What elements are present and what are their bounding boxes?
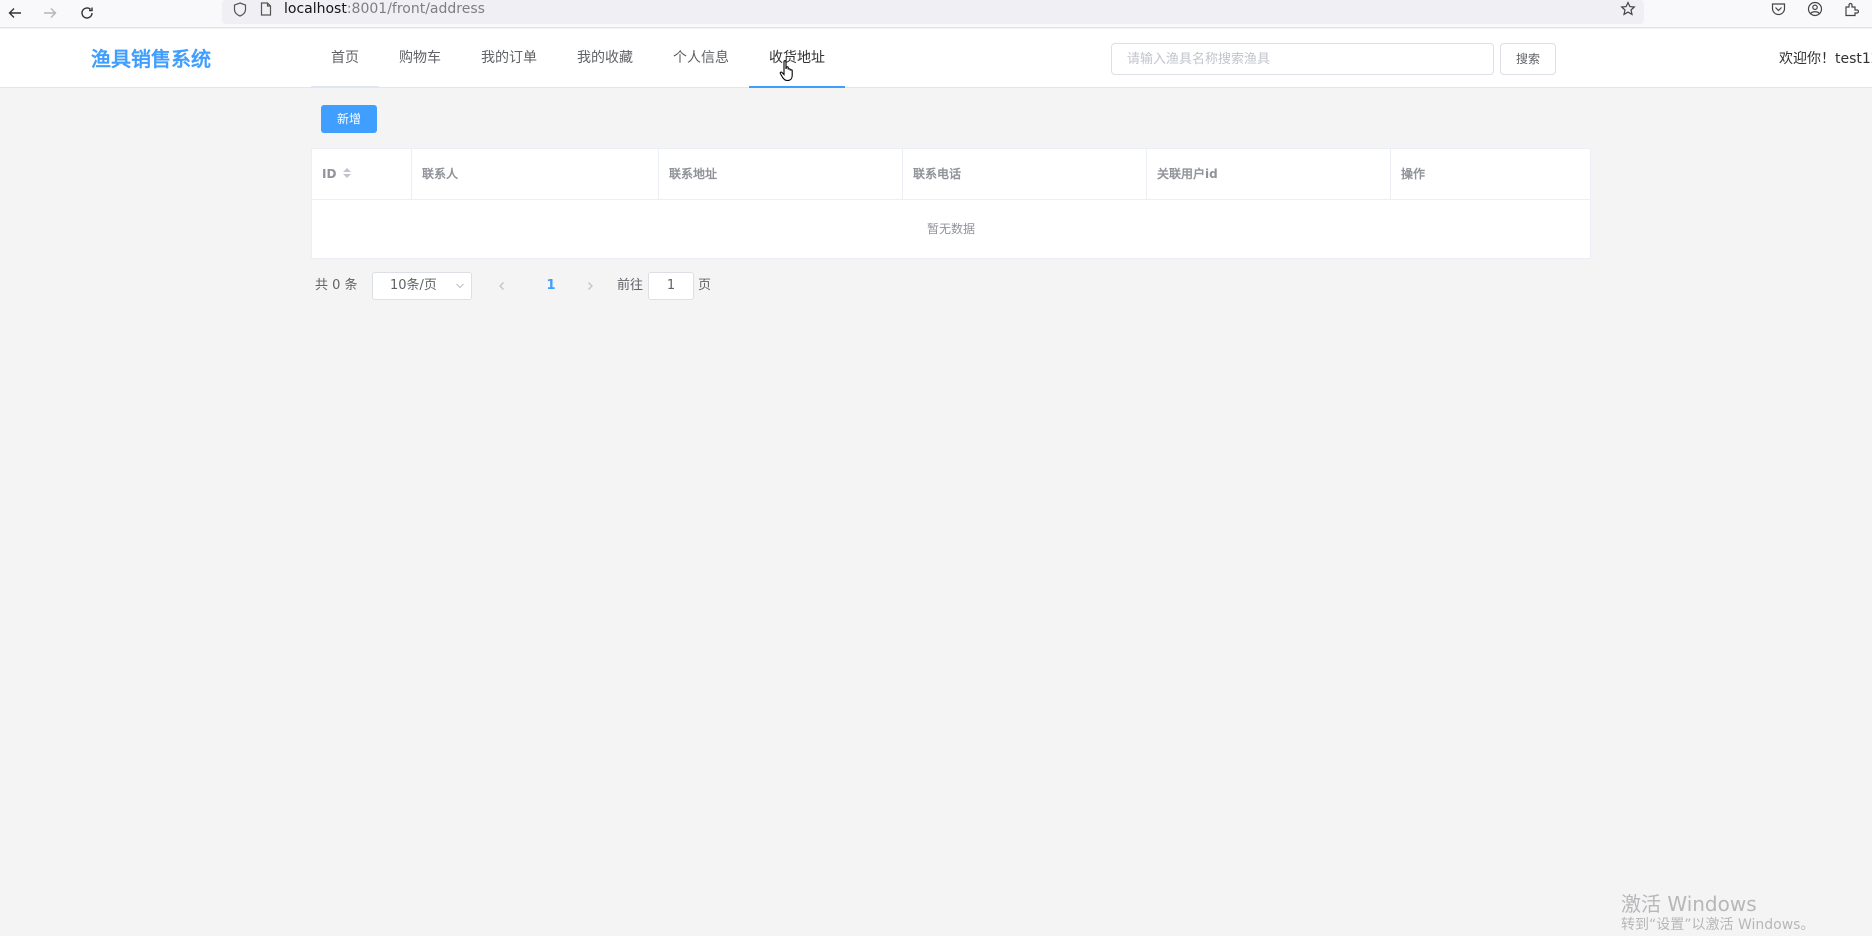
pagination-total: 共 0 条 — [315, 278, 358, 293]
url-path: :8001/front/address — [346, 1, 485, 17]
add-address-button[interactable]: 新增 — [321, 105, 377, 133]
extensions-icon[interactable] — [1840, 0, 1862, 18]
chevron-left-icon — [499, 282, 504, 290]
app-header: 渔具销售系统 首页 购物车 我的订单 我的收藏 个人信息 收货地址 搜索 欢迎你… — [0, 29, 1872, 88]
column-header-actions: 操作 — [1391, 149, 1590, 199]
column-header-label: 操作 — [1401, 167, 1426, 181]
page-icon[interactable] — [256, 0, 276, 18]
account-icon[interactable] — [1804, 0, 1826, 18]
nav-item-home[interactable]: 首页 — [311, 29, 379, 88]
nav-item-favorites[interactable]: 我的收藏 — [557, 29, 653, 88]
jump-page-input[interactable]: 1 — [648, 272, 694, 300]
chevron-down-icon — [455, 273, 465, 310]
address-table: ID 联系人 联系地址 联系电话 关联用户id 操作 暂无数据 — [311, 148, 1591, 259]
nav-item-profile[interactable]: 个人信息 — [653, 29, 749, 88]
search-input[interactable] — [1111, 43, 1494, 75]
browser-toolbar: localhost:8001/front/address — [0, 0, 1872, 28]
shield-icon[interactable] — [230, 0, 250, 18]
next-page-button[interactable] — [575, 272, 605, 300]
nav-item-address[interactable]: 收货地址 — [749, 29, 845, 88]
column-header-address: 联系地址 — [659, 149, 903, 199]
pocket-icon[interactable] — [1767, 0, 1789, 18]
forward-icon[interactable] — [38, 2, 62, 24]
prev-page-button[interactable] — [487, 272, 517, 300]
column-header-label: ID — [322, 167, 337, 181]
table-empty-text: 暂无数据 — [926, 222, 975, 236]
column-header-label: 关联用户id — [1157, 167, 1218, 181]
column-header-phone: 联系电话 — [903, 149, 1147, 199]
brand-logo-text[interactable]: 渔具销售系统 — [91, 47, 211, 71]
url-host: localhost — [284, 1, 347, 17]
page-size-value: 10条/页 — [390, 278, 437, 293]
back-icon[interactable] — [3, 2, 27, 24]
windows-activation-title: 激活 Windows — [1621, 892, 1757, 916]
reload-icon[interactable] — [75, 2, 99, 24]
column-header-label: 联系电话 — [913, 167, 962, 181]
column-header-label: 联系地址 — [669, 167, 718, 181]
url-text[interactable]: localhost:8001/front/address — [284, 0, 485, 18]
column-header-contact: 联系人 — [412, 149, 659, 199]
bookmark-star-icon[interactable] — [1618, 0, 1638, 18]
nav-item-orders[interactable]: 我的订单 — [461, 29, 557, 88]
column-header-label: 联系人 — [422, 167, 459, 181]
windows-activation-hint: 转到“设置”以激活 Windows。 — [1621, 917, 1815, 933]
column-header-user-id: 关联用户id — [1147, 149, 1391, 199]
page-number-current[interactable]: 1 — [529, 272, 573, 300]
hand-cursor-icon — [779, 59, 797, 83]
sort-caret-icon[interactable] — [342, 167, 352, 181]
jump-suffix-label: 页 — [698, 278, 712, 293]
table-header: ID 联系人 联系地址 联系电话 关联用户id 操作 — [312, 149, 1590, 200]
search-button[interactable]: 搜索 — [1500, 43, 1556, 75]
column-header-id[interactable]: ID — [312, 149, 412, 199]
welcome-user-text: 欢迎你！test12 — [1779, 51, 1872, 67]
jump-prefix-label: 前往 — [617, 278, 644, 293]
nav-item-cart[interactable]: 购物车 — [379, 29, 461, 88]
address-bar[interactable]: localhost:8001/front/address — [222, 0, 1644, 24]
top-nav-menu: 首页 购物车 我的订单 我的收藏 个人信息 收货地址 — [311, 29, 845, 88]
chevron-right-icon — [588, 282, 593, 290]
page-size-select[interactable]: 10条/页 — [372, 272, 472, 300]
